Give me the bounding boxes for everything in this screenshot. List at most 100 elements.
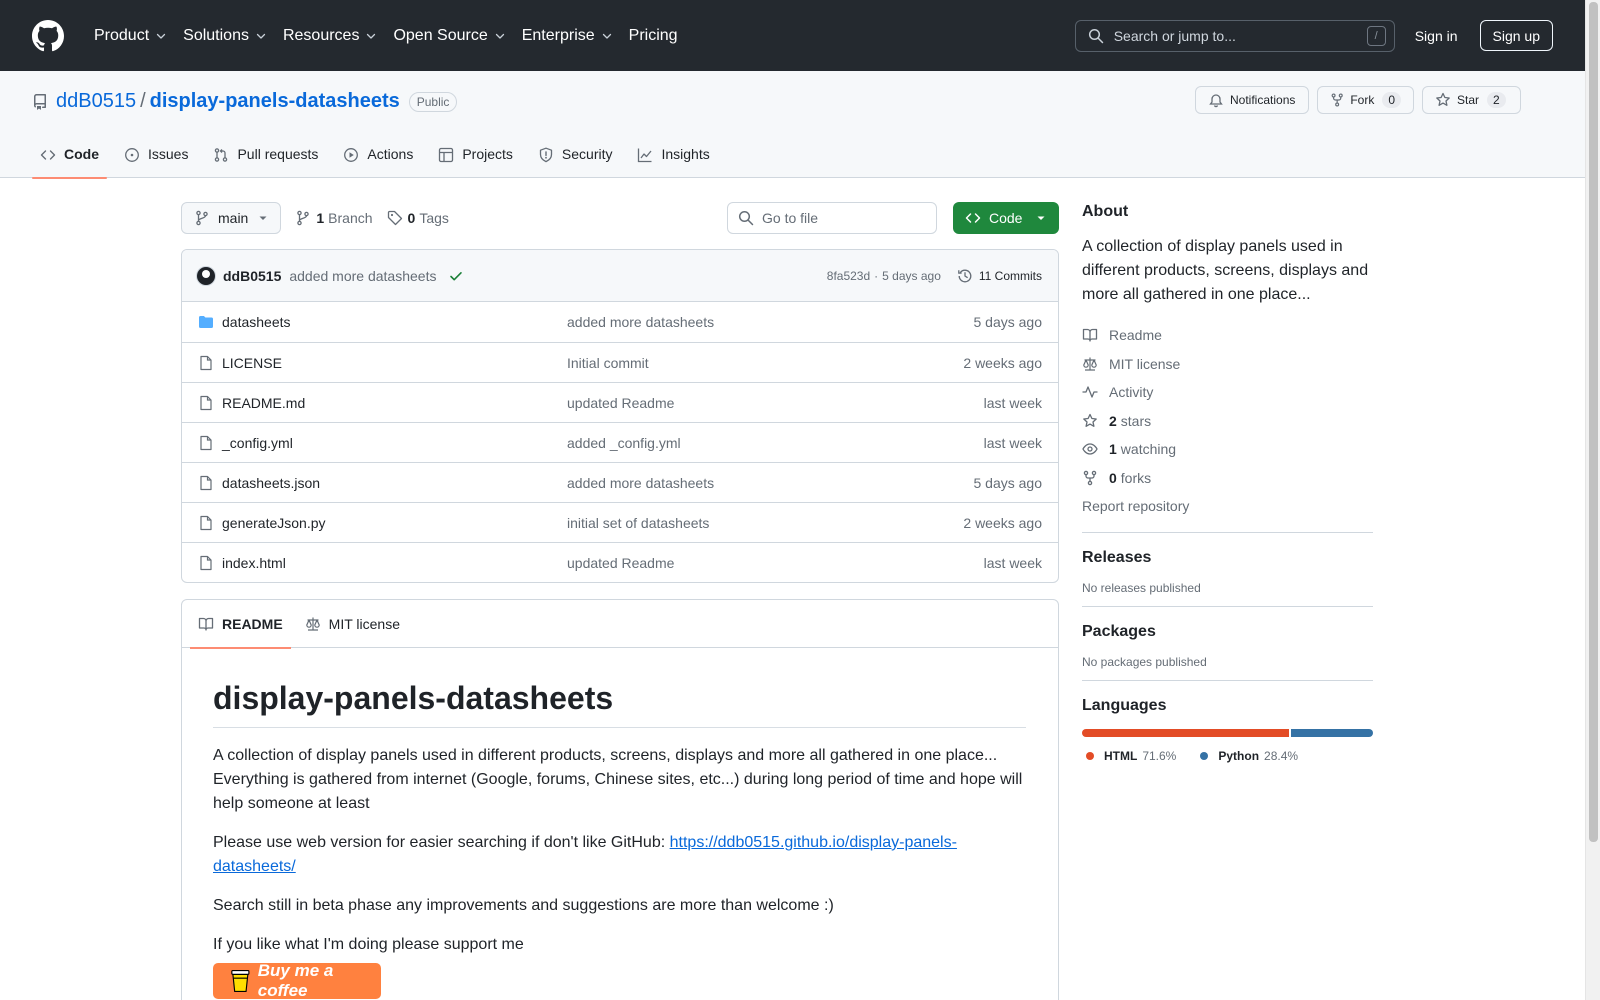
graph-icon — [638, 148, 652, 163]
notifications-button[interactable]: Notifications — [1195, 86, 1309, 114]
sidebar-link-label: watching — [1120, 441, 1177, 458]
tags-link[interactable]: 0 Tags — [387, 210, 449, 226]
branches-link[interactable]: 1 Branch — [295, 210, 373, 226]
language-bar-segment[interactable] — [1290, 728, 1373, 737]
file-row[interactable]: generateJson.py initial set of datasheets… — [182, 502, 1058, 542]
tab-security[interactable]: Security — [530, 137, 621, 178]
file-toolbar: main 1 Branch 0 Tags Go to file Code — [181, 202, 1059, 234]
avatar[interactable] — [196, 265, 216, 286]
file-commit-message-link[interactable]: added _config.yml — [567, 435, 984, 451]
bell-icon — [1209, 94, 1223, 108]
fork-button[interactable]: Fork 0 — [1317, 86, 1414, 114]
tab-pull-requests[interactable]: Pull requests — [205, 137, 326, 178]
readme-paragraph-4: If you like what I'm doing please suppor… — [213, 936, 524, 953]
file-commit-message-link[interactable]: added more datasheets — [567, 314, 974, 330]
tab-license[interactable]: MIT license — [297, 600, 408, 648]
github-logo-icon[interactable] — [32, 19, 64, 52]
file-row[interactable]: LICENSE Initial commit 2 weeks ago — [182, 342, 1058, 382]
file-icon — [198, 435, 214, 451]
repo-tabs: Code Issues Pull requests Actions Projec… — [32, 137, 727, 179]
language-legend-item[interactable]: Python 28.4% — [1200, 749, 1298, 763]
file-row[interactable]: datasheets.json added more datasheets 5 da… — [182, 462, 1058, 502]
commit-author-link[interactable]: ddB0515 — [223, 268, 281, 284]
code-dropdown-button[interactable]: Code — [953, 202, 1059, 234]
tab-code[interactable]: Code — [32, 137, 107, 179]
buy-me-a-coffee-button[interactable]: Buy me a coffee — [213, 961, 381, 1000]
language-percent: 28.4% — [1264, 748, 1299, 763]
chevron-down-icon — [155, 30, 167, 42]
about-links: Readme MIT license Activity 2 stars 1 watching… — [1082, 321, 1373, 492]
readme-paragraph-3: Search still in beta phase any improveme… — [213, 897, 834, 914]
sidebar-link-mit-license[interactable]: MIT license — [1082, 350, 1373, 379]
tab-code-label: Code — [64, 146, 99, 162]
branch-count-label: Branch — [328, 210, 373, 226]
packages-heading[interactable]: Packages — [1082, 623, 1373, 641]
language-bar-segment[interactable] — [1082, 728, 1289, 737]
sidebar-link-readme[interactable]: Readme — [1082, 321, 1373, 350]
go-to-file-input[interactable]: Go to file — [727, 202, 937, 234]
file-commit-message-link[interactable]: updated Readme — [567, 555, 984, 571]
tab-projects[interactable]: Projects — [430, 137, 521, 178]
tab-insights[interactable]: Insights — [629, 137, 717, 178]
repo-title: ddB0515 / display-panels-datasheets Publ… — [32, 90, 458, 113]
file-row[interactable]: README.md updated Readme last week — [182, 382, 1058, 422]
page-scrollbar[interactable] — [1585, 0, 1600, 1000]
commit-message-link[interactable]: added more datasheets — [289, 268, 436, 284]
tab-license-label: MIT license — [328, 615, 400, 632]
fork-label: Fork — [1350, 93, 1375, 107]
tag-count: 0 — [407, 210, 416, 226]
sidebar-link-activity[interactable]: Activity — [1082, 378, 1373, 407]
file-name-link[interactable]: _config.yml — [222, 435, 567, 451]
notifications-label: Notifications — [1230, 93, 1296, 107]
commits-history-link[interactable]: 11 Commits — [957, 268, 1042, 284]
file-row[interactable]: _config.yml added _config.yml last week — [182, 422, 1058, 462]
commit-meta-separator: · — [874, 268, 879, 283]
tab-actions[interactable]: Actions — [335, 137, 421, 178]
file-commit-date: last week — [983, 434, 1042, 451]
top-nav-label: Solutions — [183, 26, 249, 44]
sidebar-link-count: 0 — [1109, 469, 1117, 486]
search-input[interactable]: Search or jump to... / — [1074, 19, 1395, 52]
file-row[interactable]: index.html updated Readme last week — [182, 542, 1058, 582]
repo-owner-link[interactable]: ddB0515 — [56, 90, 136, 113]
file-name-link[interactable]: generateJson.py — [222, 515, 567, 531]
file-name-link[interactable]: datasheets — [222, 314, 567, 330]
packages-empty-text: No packages published — [1082, 654, 1207, 669]
branch-selector[interactable]: main — [181, 202, 282, 234]
sidebar-link-forks[interactable]: 0 forks — [1082, 464, 1373, 493]
check-icon[interactable] — [448, 268, 464, 284]
play-icon — [344, 148, 359, 162]
file-commit-message-link[interactable]: Initial commit — [567, 355, 963, 371]
top-nav-open-source[interactable]: Open Source — [385, 20, 513, 52]
file-name-link[interactable]: README.md — [222, 395, 567, 411]
file-name-link[interactable]: LICENSE — [222, 355, 567, 371]
tab-readme[interactable]: README — [190, 600, 291, 649]
sidebar-link-watching[interactable]: 1 watching — [1082, 435, 1373, 464]
star-button[interactable]: Star 2 — [1422, 86, 1521, 114]
top-nav-resources[interactable]: Resources — [275, 20, 385, 52]
sidebar-link-stars[interactable]: 2 stars — [1082, 407, 1373, 436]
file-name-link[interactable]: index.html — [222, 555, 567, 571]
top-nav-solutions[interactable]: Solutions — [175, 20, 275, 52]
tab-issues[interactable]: Issues — [116, 137, 196, 178]
file-name-link[interactable]: datasheets.json — [222, 475, 567, 491]
commit-hash-link[interactable]: 8fa523d — [827, 269, 870, 283]
file-commit-message-link[interactable]: initial set of datasheets — [567, 515, 963, 531]
sign-in-link[interactable]: Sign in — [1415, 28, 1458, 44]
report-repository-link[interactable]: Report repository — [1082, 492, 1373, 521]
language-legend-item[interactable]: HTML 71.6% — [1086, 749, 1176, 763]
file-commit-message-link[interactable]: updated Readme — [567, 395, 984, 411]
repo-name-link[interactable]: display-panels-datasheets — [150, 90, 400, 113]
sign-up-button[interactable]: Sign up — [1479, 20, 1553, 51]
top-nav-product[interactable]: Product — [86, 20, 175, 52]
releases-heading[interactable]: Releases — [1082, 549, 1373, 567]
file-commit-message-link[interactable]: added more datasheets — [567, 475, 974, 491]
file-commit-date: 5 days ago — [973, 314, 1043, 330]
top-nav-pricing[interactable]: Pricing — [621, 20, 686, 52]
file-list: ddB0515 added more datasheets 8fa523d · … — [181, 249, 1059, 583]
top-nav-enterprise[interactable]: Enterprise — [514, 20, 621, 52]
shield-icon — [539, 147, 553, 163]
folder-icon — [198, 314, 214, 330]
file-row[interactable]: datasheets added more datasheets 5 days ag… — [182, 302, 1058, 342]
scrollbar-thumb[interactable] — [1589, 2, 1598, 842]
